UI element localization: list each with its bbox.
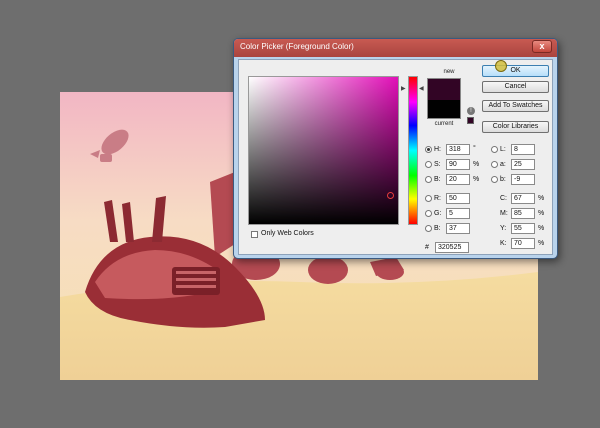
lightness-input[interactable]: 8 (511, 144, 535, 155)
b-channel-radio[interactable] (491, 176, 498, 183)
green-label: G: (434, 210, 442, 217)
color-picker-dialog: Color Picker (Foreground Color) x ▶ ◀ ne… (233, 38, 558, 259)
cyan-unit: % (538, 195, 545, 202)
magenta-unit: % (538, 210, 545, 217)
hex-input[interactable]: 320525 (435, 242, 469, 253)
hue-radio[interactable] (425, 146, 432, 153)
brightness-input[interactable]: 20 (446, 174, 470, 185)
hue-unit: ° (473, 145, 476, 152)
red-input[interactable]: 50 (446, 193, 470, 204)
yellow-label: Y: (500, 225, 507, 232)
dialog-body: ▶ ◀ new current ! OK Cancel Add To Swatc… (238, 59, 553, 255)
close-button[interactable]: x (532, 40, 552, 53)
hue-label: H: (434, 146, 441, 153)
hue-slider-arrow-left-icon[interactable]: ▶ (401, 86, 406, 92)
web-safe-swatch[interactable] (467, 117, 474, 124)
color-libraries-button[interactable]: Color Libraries (482, 121, 549, 133)
cyan-input[interactable]: 67 (511, 193, 535, 204)
saturation-unit: % (473, 161, 480, 168)
brightness-radio[interactable] (425, 176, 432, 183)
new-color-swatch (427, 78, 461, 100)
a-channel-radio[interactable] (491, 161, 498, 168)
current-color-swatch[interactable] (427, 100, 461, 119)
blue-label: B: (434, 225, 441, 232)
black-input[interactable]: 70 (511, 238, 535, 249)
lightness-label: L: (500, 146, 506, 153)
dialog-title: Color Picker (Foreground Color) (240, 42, 354, 51)
hue-input[interactable]: 318 (446, 144, 470, 155)
out-of-gamut-warning-icon[interactable]: ! (467, 107, 475, 115)
b-channel-label: b: (500, 176, 506, 183)
hex-label: # (425, 244, 429, 251)
hue-slider-arrow-right-icon[interactable]: ◀ (419, 86, 424, 92)
red-radio[interactable] (425, 195, 432, 202)
lightness-radio[interactable] (491, 146, 498, 153)
b-channel-input[interactable]: -9 (511, 174, 535, 185)
brightness-label: B: (434, 176, 441, 183)
saturation-input[interactable]: 90 (446, 159, 470, 170)
hue-slider[interactable] (408, 76, 418, 225)
color-field[interactable] (248, 76, 399, 225)
green-input[interactable]: 5 (446, 208, 470, 219)
magenta-label: M: (500, 210, 508, 217)
only-web-colors-checkbox[interactable] (251, 231, 258, 238)
red-label: R: (434, 195, 441, 202)
green-radio[interactable] (425, 210, 432, 217)
only-web-colors-label: Only Web Colors (261, 230, 314, 237)
a-channel-input[interactable]: 25 (511, 159, 535, 170)
add-to-swatches-button[interactable]: Add To Swatches (482, 100, 549, 112)
new-color-label: new (443, 69, 455, 75)
dialog-titlebar[interactable]: Color Picker (Foreground Color) x (234, 39, 557, 57)
brightness-unit: % (473, 176, 480, 183)
a-channel-label: a: (500, 161, 506, 168)
current-color-label: current (434, 121, 454, 127)
color-field-marker[interactable] (387, 192, 394, 199)
yellow-unit: % (538, 225, 545, 232)
yellow-input[interactable]: 55 (511, 223, 535, 234)
black-label: K: (500, 240, 507, 247)
saturation-label: S: (434, 161, 441, 168)
magenta-input[interactable]: 85 (511, 208, 535, 219)
cyan-label: C: (500, 195, 507, 202)
cancel-button[interactable]: Cancel (482, 81, 549, 93)
black-unit: % (538, 240, 545, 247)
saturation-radio[interactable] (425, 161, 432, 168)
blue-radio[interactable] (425, 225, 432, 232)
mouse-cursor-highlight (495, 60, 507, 72)
ok-button[interactable]: OK (482, 65, 549, 77)
blue-input[interactable]: 37 (446, 223, 470, 234)
